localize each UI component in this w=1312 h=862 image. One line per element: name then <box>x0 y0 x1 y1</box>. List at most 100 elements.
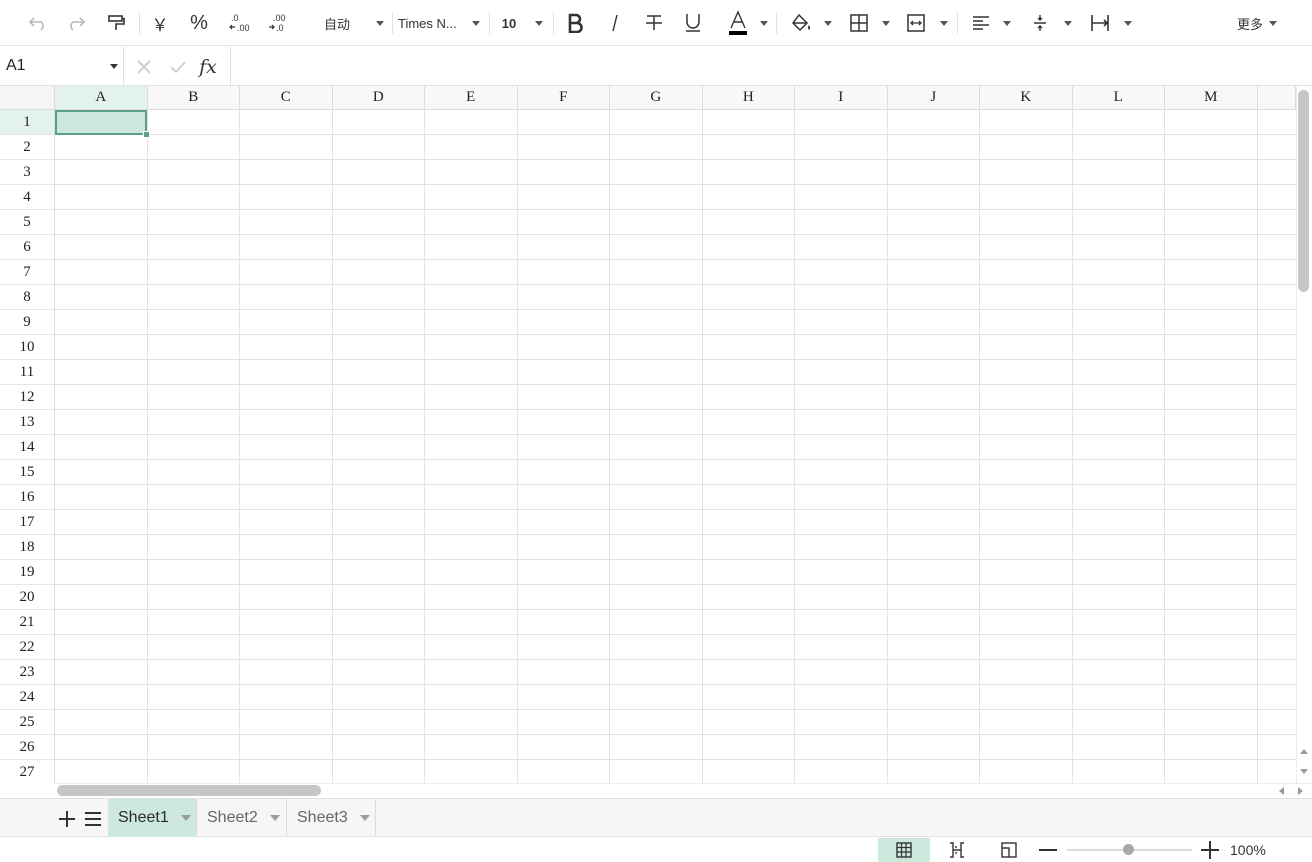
name-box[interactable]: A1 <box>0 47 124 86</box>
undo-button[interactable] <box>24 8 52 38</box>
text-color-button[interactable] <box>726 8 750 38</box>
normal-view-button[interactable] <box>878 838 930 862</box>
row-header-26[interactable]: 26 <box>0 735 55 760</box>
horizontal-align-dropdown[interactable] <box>1000 8 1014 38</box>
column-header-g[interactable]: G <box>610 86 703 110</box>
sheet-tab-sheet1[interactable]: Sheet1 <box>108 799 197 837</box>
row-header-10[interactable]: 10 <box>0 335 55 360</box>
insert-function-button[interactable]: fx <box>196 55 220 79</box>
chevron-down-icon[interactable] <box>180 815 191 821</box>
column-header-h[interactable]: H <box>702 86 795 110</box>
row-header-3[interactable]: 3 <box>0 160 55 185</box>
cancel-edit-button[interactable] <box>132 55 156 79</box>
confirm-edit-button[interactable] <box>166 55 190 79</box>
chevron-down-icon[interactable] <box>110 64 118 69</box>
row-header-9[interactable]: 9 <box>0 310 55 335</box>
row-header-13[interactable]: 13 <box>0 410 55 435</box>
chevron-down-icon[interactable] <box>269 815 280 821</box>
sheet-tab-sheet2[interactable]: Sheet2 <box>197 799 287 837</box>
row-header-23[interactable]: 23 <box>0 660 55 685</box>
number-format-dropdown[interactable] <box>373 8 387 38</box>
vertical-align-button[interactable] <box>1027 8 1053 38</box>
scroll-left-button[interactable] <box>1274 784 1288 798</box>
more-menu-button[interactable]: 更多 <box>1230 8 1284 38</box>
strikethrough-button[interactable] <box>641 8 667 38</box>
column-header-m[interactable]: M <box>1165 86 1258 110</box>
sheet-tab-sheet3[interactable]: Sheet3 <box>287 799 376 837</box>
row-header-15[interactable]: 15 <box>0 460 55 485</box>
column-header-l[interactable]: L <box>1072 86 1165 110</box>
column-header-b[interactable]: B <box>147 86 240 110</box>
row-header-22[interactable]: 22 <box>0 635 55 660</box>
font-family-select[interactable]: Times N... <box>398 8 464 38</box>
column-header-e[interactable]: E <box>425 86 518 110</box>
zoom-level[interactable]: 100% <box>1230 842 1266 858</box>
redo-button[interactable] <box>62 8 90 38</box>
row-header-11[interactable]: 11 <box>0 360 55 385</box>
merge-cells-dropdown[interactable] <box>937 8 951 38</box>
zoom-out-button[interactable] <box>1036 838 1060 862</box>
vertical-align-dropdown[interactable] <box>1061 8 1075 38</box>
column-header-a[interactable]: A <box>55 86 148 110</box>
text-color-dropdown[interactable] <box>757 8 771 38</box>
row-header-18[interactable]: 18 <box>0 535 55 560</box>
fill-handle[interactable] <box>143 131 150 138</box>
zoom-slider-handle[interactable] <box>1123 844 1134 855</box>
fill-color-button[interactable] <box>788 8 814 38</box>
row-header-27[interactable]: 27 <box>0 760 55 783</box>
fill-color-dropdown[interactable] <box>821 8 835 38</box>
row-header-12[interactable]: 12 <box>0 385 55 410</box>
row-header-5[interactable]: 5 <box>0 210 55 235</box>
text-wrap-dropdown[interactable] <box>1121 8 1135 38</box>
row-header-2[interactable]: 2 <box>0 135 55 160</box>
select-all-corner[interactable] <box>0 86 55 110</box>
percent-format-button[interactable]: % <box>186 8 212 38</box>
underline-button[interactable] <box>680 8 706 38</box>
currency-format-button[interactable]: ￥ <box>148 8 172 38</box>
row-header-17[interactable]: 17 <box>0 510 55 535</box>
row-header-1[interactable]: 1 <box>0 110 55 135</box>
row-header-8[interactable]: 8 <box>0 285 55 310</box>
bold-button[interactable] <box>562 8 588 38</box>
font-size-select[interactable]: 10 <box>498 8 520 38</box>
font-family-dropdown[interactable] <box>469 8 483 38</box>
spreadsheet-grid[interactable]: ABCDEFGHIJKLM 1 2 3 4 5 6 7 8 9 10 11 12 13 14 15 16 17 1… <box>0 86 1296 783</box>
text-wrap-button[interactable] <box>1087 8 1113 38</box>
column-header-j[interactable]: J <box>887 86 980 110</box>
font-size-dropdown[interactable] <box>532 8 546 38</box>
format-painter-button[interactable] <box>102 8 130 38</box>
add-sheet-button[interactable] <box>56 807 78 831</box>
page-break-view-button[interactable] <box>944 838 970 862</box>
row-header-7[interactable]: 7 <box>0 260 55 285</box>
horizontal-align-button[interactable] <box>968 8 994 38</box>
borders-button[interactable] <box>846 8 872 38</box>
column-header-d[interactable]: D <box>332 86 425 110</box>
number-format-select[interactable]: 自动 <box>314 8 360 38</box>
formula-input[interactable] <box>232 47 1302 85</box>
page-layout-view-button[interactable] <box>996 838 1022 862</box>
row-header-20[interactable]: 20 <box>0 585 55 610</box>
row-header-19[interactable]: 19 <box>0 560 55 585</box>
increase-decimal-button[interactable]: .00.0 <box>265 8 291 38</box>
scroll-up-button[interactable] <box>1297 744 1311 758</box>
row-header-25[interactable]: 25 <box>0 710 55 735</box>
vertical-scrollbar-thumb[interactable] <box>1298 90 1309 292</box>
sheet-list-button[interactable] <box>82 807 104 831</box>
column-header-c[interactable]: C <box>240 86 333 110</box>
row-header-6[interactable]: 6 <box>0 235 55 260</box>
decrease-decimal-button[interactable]: .0.00 <box>226 8 252 38</box>
row-header-4[interactable]: 4 <box>0 185 55 210</box>
merge-cells-button[interactable] <box>903 8 929 38</box>
scroll-right-button[interactable] <box>1294 784 1308 798</box>
row-header-21[interactable]: 21 <box>0 610 55 635</box>
column-header-f[interactable]: F <box>517 86 610 110</box>
horizontal-scrollbar-thumb[interactable] <box>57 785 321 796</box>
borders-dropdown[interactable] <box>879 8 893 38</box>
zoom-in-button[interactable] <box>1198 838 1222 862</box>
chevron-down-icon[interactable] <box>359 815 370 821</box>
scroll-down-button[interactable] <box>1297 765 1311 779</box>
column-header-i[interactable]: I <box>795 86 888 110</box>
active-cell-selection[interactable] <box>55 110 147 135</box>
row-header-24[interactable]: 24 <box>0 685 55 710</box>
row-header-16[interactable]: 16 <box>0 485 55 510</box>
